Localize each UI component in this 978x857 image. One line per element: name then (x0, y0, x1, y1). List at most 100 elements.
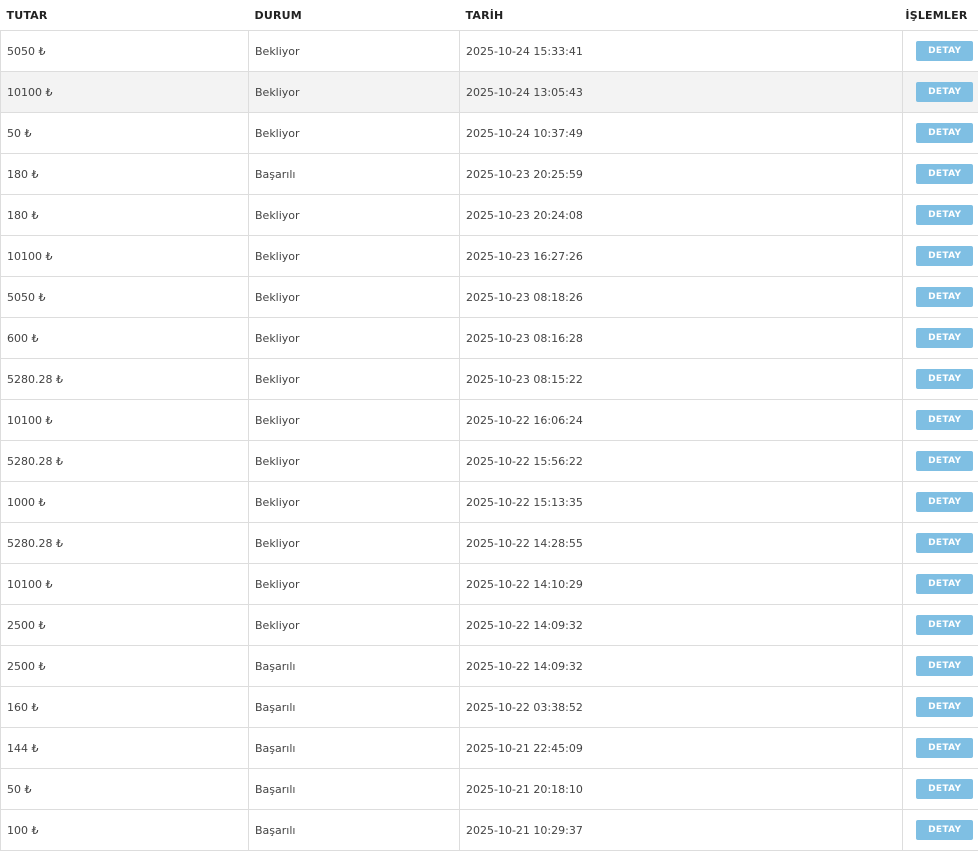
cell-durum: Başarılı (248, 727, 460, 769)
detay-button[interactable]: DETAY (916, 369, 974, 389)
detay-button[interactable]: DETAY (916, 246, 974, 266)
detay-button[interactable]: DETAY (916, 820, 974, 840)
cell-tutar: 160 ₺ (0, 686, 249, 728)
cell-islemler: DETAY (902, 645, 978, 687)
table-row: 50 ₺ Başarılı 2025-10-21 20:18:10 DETAY (0, 768, 978, 810)
cell-tarih: 2025-10-23 20:24:08 (459, 194, 903, 236)
table-row: 144 ₺ Başarılı 2025-10-21 22:45:09 DETAY (0, 727, 978, 769)
detay-button[interactable]: DETAY (916, 615, 974, 635)
cell-tarih: 2025-10-22 15:56:22 (459, 440, 903, 482)
cell-tarih: 2025-10-23 08:15:22 (459, 358, 903, 400)
transactions-table-container: TUTAR DURUM TARİH İŞLEMLER 5050 ₺ Bekliyo… (0, 0, 978, 851)
table-row: 5050 ₺ Bekliyor 2025-10-23 08:18:26 DETAY (0, 276, 978, 318)
cell-islemler: DETAY (902, 686, 978, 728)
detay-button[interactable]: DETAY (916, 574, 974, 594)
cell-islemler: DETAY (902, 30, 978, 72)
cell-tutar: 5280.28 ₺ (0, 358, 249, 400)
cell-tutar: 100 ₺ (0, 809, 249, 851)
detay-button[interactable]: DETAY (916, 533, 974, 553)
cell-durum: Bekliyor (248, 276, 460, 318)
detay-button[interactable]: DETAY (916, 41, 974, 61)
cell-durum: Bekliyor (248, 30, 460, 72)
cell-tutar: 2500 ₺ (0, 604, 249, 646)
cell-tarih: 2025-10-23 08:18:26 (459, 276, 903, 318)
cell-islemler: DETAY (902, 522, 978, 564)
table-body: 5050 ₺ Bekliyor 2025-10-24 15:33:41 DETAY 10… (0, 30, 978, 851)
table-row: 600 ₺ Bekliyor 2025-10-23 08:16:28 DETAY (0, 317, 978, 359)
cell-tutar: 10100 ₺ (0, 235, 249, 277)
detay-button[interactable]: DETAY (916, 123, 974, 143)
cell-tarih: 2025-10-22 03:38:52 (459, 686, 903, 728)
detay-button[interactable]: DETAY (916, 697, 974, 717)
cell-islemler: DETAY (902, 153, 978, 195)
cell-tarih: 2025-10-24 13:05:43 (459, 71, 903, 113)
cell-tarih: 2025-10-22 16:06:24 (459, 399, 903, 441)
cell-islemler: DETAY (902, 194, 978, 236)
cell-islemler: DETAY (902, 563, 978, 605)
detay-button[interactable]: DETAY (916, 656, 974, 676)
cell-islemler: DETAY (902, 317, 978, 359)
cell-tarih: 2025-10-22 14:09:32 (459, 645, 903, 687)
cell-tutar: 144 ₺ (0, 727, 249, 769)
cell-durum: Başarılı (248, 686, 460, 728)
table-row: 160 ₺ Başarılı 2025-10-22 03:38:52 DETAY (0, 686, 978, 728)
table-row: 5050 ₺ Bekliyor 2025-10-24 15:33:41 DETAY (0, 30, 978, 72)
cell-tarih: 2025-10-21 20:18:10 (459, 768, 903, 810)
cell-tarih: 2025-10-21 22:45:09 (459, 727, 903, 769)
cell-tutar: 600 ₺ (0, 317, 249, 359)
header-tarih: TARİH (459, 0, 903, 31)
table-row: 100 ₺ Başarılı 2025-10-21 10:29:37 DETAY (0, 809, 978, 851)
detay-button[interactable]: DETAY (916, 410, 974, 430)
cell-tutar: 5280.28 ₺ (0, 440, 249, 482)
table-row: 10100 ₺ Bekliyor 2025-10-24 13:05:43 DETAY (0, 71, 978, 113)
cell-islemler: DETAY (902, 71, 978, 113)
cell-tutar: 5050 ₺ (0, 276, 249, 318)
detay-button[interactable]: DETAY (916, 82, 974, 102)
cell-durum: Bekliyor (248, 440, 460, 482)
cell-islemler: DETAY (902, 235, 978, 277)
cell-durum: Bekliyor (248, 112, 460, 154)
cell-durum: Başarılı (248, 809, 460, 851)
cell-tarih: 2025-10-22 14:09:32 (459, 604, 903, 646)
cell-tarih: 2025-10-22 14:28:55 (459, 522, 903, 564)
detay-button[interactable]: DETAY (916, 328, 974, 348)
header-tutar: TUTAR (0, 0, 249, 31)
detay-button[interactable]: DETAY (916, 205, 974, 225)
cell-tutar: 10100 ₺ (0, 71, 249, 113)
detay-button[interactable]: DETAY (916, 164, 974, 184)
cell-islemler: DETAY (902, 768, 978, 810)
cell-tarih: 2025-10-23 08:16:28 (459, 317, 903, 359)
cell-durum: Bekliyor (248, 563, 460, 605)
detay-button[interactable]: DETAY (916, 779, 974, 799)
header-durum: DURUM (248, 0, 460, 31)
table-row: 5280.28 ₺ Bekliyor 2025-10-22 15:56:22 DETA… (0, 440, 978, 482)
table-row: 2500 ₺ Başarılı 2025-10-22 14:09:32 DETAY (0, 645, 978, 687)
cell-tarih: 2025-10-23 20:25:59 (459, 153, 903, 195)
cell-tutar: 10100 ₺ (0, 399, 249, 441)
cell-durum: Bekliyor (248, 481, 460, 523)
detay-button[interactable]: DETAY (916, 738, 974, 758)
transactions-table: TUTAR DURUM TARİH İŞLEMLER 5050 ₺ Bekliyo… (0, 0, 978, 851)
header-islemler: İŞLEMLER (902, 0, 978, 31)
table-row: 180 ₺ Başarılı 2025-10-23 20:25:59 DETAY (0, 153, 978, 195)
cell-tarih: 2025-10-21 10:29:37 (459, 809, 903, 851)
cell-islemler: DETAY (902, 809, 978, 851)
table-row: 180 ₺ Bekliyor 2025-10-23 20:24:08 DETAY (0, 194, 978, 236)
table-row: 1000 ₺ Bekliyor 2025-10-22 15:13:35 DETAY (0, 481, 978, 523)
table-row: 5280.28 ₺ Bekliyor 2025-10-22 14:28:55 DETA… (0, 522, 978, 564)
cell-durum: Başarılı (248, 645, 460, 687)
detay-button[interactable]: DETAY (916, 451, 974, 471)
cell-tarih: 2025-10-24 15:33:41 (459, 30, 903, 72)
cell-tutar: 180 ₺ (0, 153, 249, 195)
header-row: TUTAR DURUM TARİH İŞLEMLER (0, 0, 978, 31)
table-row: 2500 ₺ Bekliyor 2025-10-22 14:09:32 DETAY (0, 604, 978, 646)
table-row: 10100 ₺ Bekliyor 2025-10-22 16:06:24 DETAY (0, 399, 978, 441)
cell-islemler: DETAY (902, 112, 978, 154)
cell-tutar: 5050 ₺ (0, 30, 249, 72)
cell-tarih: 2025-10-22 15:13:35 (459, 481, 903, 523)
table-header: TUTAR DURUM TARİH İŞLEMLER (0, 0, 978, 31)
detay-button[interactable]: DETAY (916, 287, 974, 307)
cell-durum: Bekliyor (248, 194, 460, 236)
cell-tutar: 5280.28 ₺ (0, 522, 249, 564)
detay-button[interactable]: DETAY (916, 492, 974, 512)
